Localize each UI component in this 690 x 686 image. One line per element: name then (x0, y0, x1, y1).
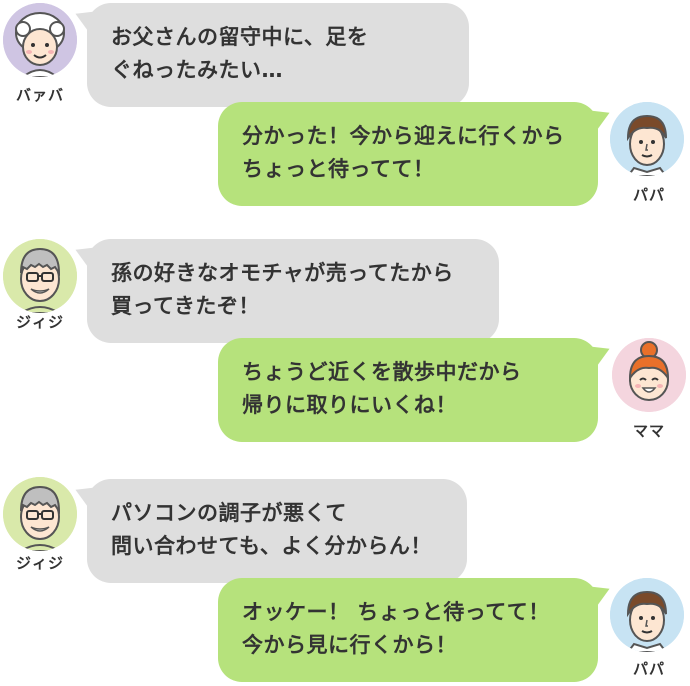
message-line: 孫の好きなオモチャが売ってたから (111, 261, 454, 285)
speaker-name: ママ (632, 422, 665, 440)
message-line: ちょうど近くを散歩中だから (242, 360, 522, 384)
message-row: バァバ お父さんの留守中に、足を ぐねったみたい… (0, 0, 690, 110)
grandpa-avatar-icon (3, 239, 77, 313)
message-line: ちょっと待ってて！ (242, 157, 435, 181)
message-bubble: お父さんの留守中に、足を ぐねったみたい… (70, 3, 469, 107)
speaker-name: ジィジ (15, 313, 64, 331)
message-line: パソコンの調子が悪くて (111, 501, 347, 525)
bubble-tail (585, 339, 615, 371)
message-row: ジィジ 孫の好きなオモチャが売ってたから 買ってきたぞ！ (0, 236, 690, 346)
message-bubble: 分かった！今から迎えに行くから ちょっと待ってて！ (218, 102, 615, 206)
message-line: 今から見に行くから！ (242, 633, 457, 657)
message-row: オッケー！ ちょっと待ってて！ 今から見に行くから！ パパ (0, 576, 690, 686)
grandpa-avatar-icon (3, 477, 77, 551)
grandma-avatar-icon (3, 3, 77, 77)
message-row: ちょうど近くを散歩中だから 帰りに取りにいくね！ ママ (0, 336, 690, 446)
mama-avatar-icon (612, 338, 686, 412)
message-row: 分かった！今から迎えに行くから ちょっと待ってて！ パパ (0, 100, 690, 210)
speaker-name: パパ (632, 660, 665, 678)
message-line: 買ってきたぞ！ (111, 294, 260, 318)
speaker-name: ジィジ (15, 554, 64, 572)
message-line: 帰りに取りにいくね！ (242, 393, 457, 417)
message-line: ぐねったみたい… (111, 58, 283, 82)
chat-conversation: バァバ お父さんの留守中に、足を ぐねったみたい… 分かった！今から迎えに行くか… (0, 0, 690, 686)
message-bubble: オッケー！ ちょっと待ってて！ 今から見に行くから！ (218, 578, 615, 682)
message-line: 問い合わせても、よく分からん！ (111, 534, 432, 558)
papa-avatar-icon (610, 102, 684, 176)
speaker-name: パパ (632, 186, 665, 204)
message-line: お父さんの留守中に、足を (111, 25, 369, 49)
message-bubble: ちょうど近くを散歩中だから 帰りに取りにいくね！ (218, 338, 615, 442)
message-bubble: パソコンの調子が悪くて 問い合わせても、よく分からん！ (70, 479, 467, 583)
papa-avatar-icon (610, 578, 684, 652)
message-bubble: 孫の好きなオモチャが売ってたから 買ってきたぞ！ (70, 239, 499, 343)
message-row: ジィジ パソコンの調子が悪くて 問い合わせても、よく分からん！ (0, 474, 690, 584)
message-line: オッケー！ ちょっと待ってて！ (242, 600, 550, 624)
message-line: 分かった！今から迎えに行くから (242, 124, 565, 148)
